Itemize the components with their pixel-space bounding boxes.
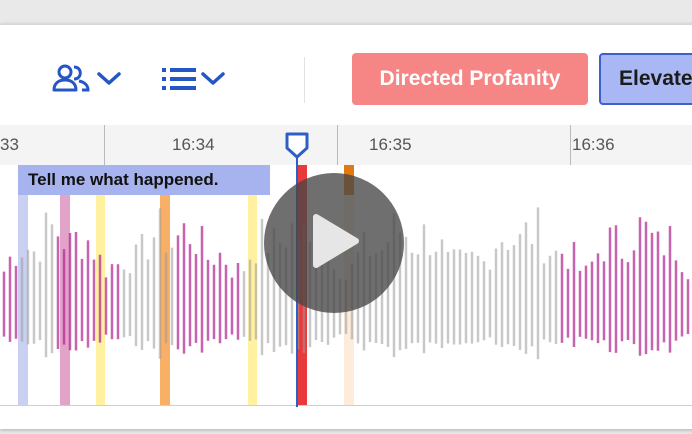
tick-mark — [337, 125, 338, 165]
chevron-down-icon — [200, 71, 226, 87]
playhead-handle-icon[interactable] — [284, 131, 310, 166]
audio-player-panel: Directed Profanity Elevate 33 16:34 16:3… — [0, 24, 692, 429]
tick-label: 16:34 — [172, 135, 215, 154]
tick-label: 33 — [0, 135, 19, 154]
play-icon — [304, 209, 364, 278]
toolbar: Directed Profanity Elevate — [0, 25, 692, 125]
list-view-dropdown[interactable] — [160, 61, 226, 97]
tick-mark — [570, 125, 571, 165]
tag-directed-profanity-button[interactable]: Directed Profanity — [352, 53, 588, 105]
waveform-baseline — [0, 405, 692, 406]
timeline-ruler[interactable]: 33 16:34 16:35 16:36 — [0, 125, 692, 165]
tick-label: 16:35 — [369, 135, 412, 154]
speaker-filter-dropdown[interactable] — [52, 61, 122, 97]
toolbar-divider — [304, 57, 305, 103]
play-button[interactable] — [264, 173, 404, 313]
list-icon — [160, 65, 200, 93]
chevron-down-icon — [96, 71, 122, 87]
tag-elevated-button[interactable]: Elevate — [599, 53, 692, 105]
tick-label: 16:36 — [572, 135, 615, 154]
tick-mark — [104, 125, 105, 165]
speakers-icon — [52, 63, 96, 95]
transcript-caption[interactable]: Tell me what happened. — [18, 165, 270, 195]
